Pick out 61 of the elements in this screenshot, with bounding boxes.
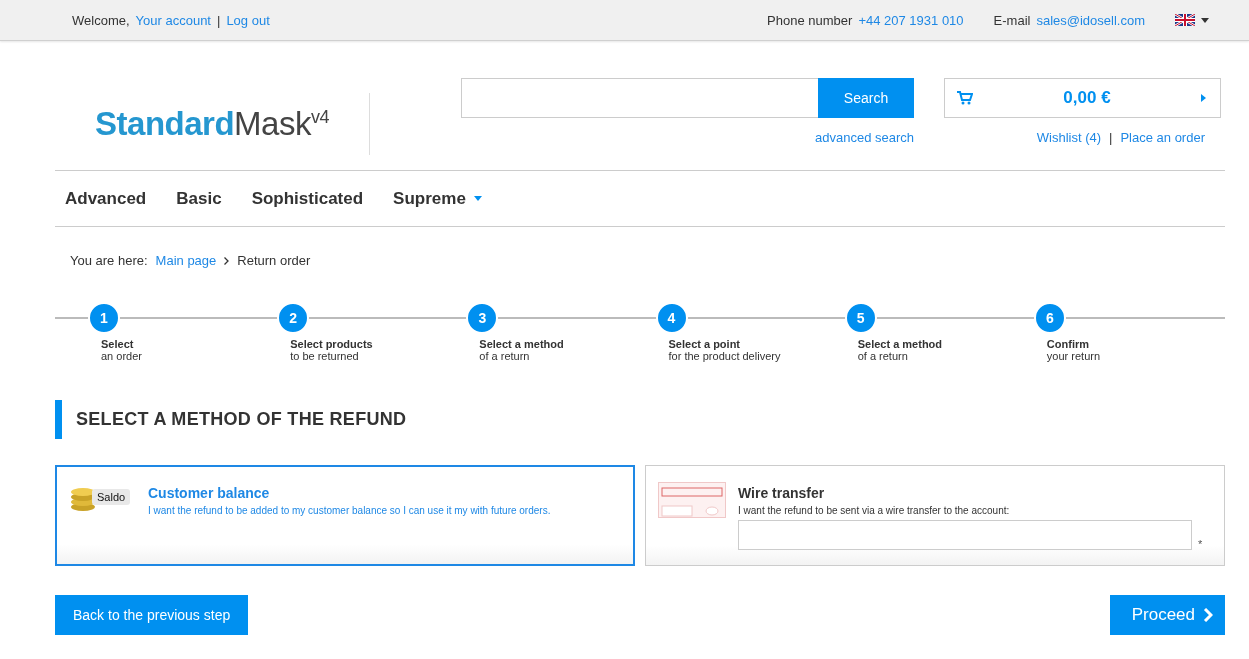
step-title: Confirm: [1046, 338, 1091, 350]
coins-drawing: Saldo: [68, 482, 138, 512]
menu-item[interactable]: Sophisticated: [251, 188, 364, 209]
step-title: Select: [101, 338, 135, 350]
phone-label: Phone number: [767, 12, 853, 28]
logout-link[interactable]: Log out: [226, 12, 270, 28]
chevron-right-icon: [224, 256, 230, 265]
step-subtitle: of a return: [479, 350, 531, 362]
step-subtitle: for the product delivery: [668, 350, 782, 362]
phone-link[interactable]: +44 207 1931 010: [858, 12, 964, 28]
menu-item[interactable]: Advanced: [65, 188, 147, 209]
step-title: Select a method: [479, 338, 565, 350]
chevron-right-icon: [1203, 608, 1213, 622]
flag-icon[interactable]: [1175, 14, 1195, 26]
step-title: Select products: [290, 338, 374, 350]
logo[interactable]: StandardMask$^{v4}$: [95, 105, 329, 143]
account-number-field[interactable]: [738, 520, 1192, 550]
transfer-form-icon: [658, 482, 726, 518]
step-number: 4: [655, 302, 688, 334]
option-title: Wire transfer: [738, 485, 826, 501]
menu-item[interactable]: Basic: [176, 188, 222, 209]
place-order-link[interactable]: Place an order: [1120, 130, 1205, 145]
option-description: I want the refund to be added to my customer balance so I can use it my with future orders.: [148, 505, 551, 516]
caret-icon[interactable]: [1201, 17, 1209, 23]
refund-option-card[interactable]: Saldo Customer balance I want the refund to be added to my customer balance so I can use it my with future orders.: [55, 465, 635, 566]
wishlist-link[interactable]: Wishlist (4): [1036, 130, 1102, 145]
search-field[interactable]: [461, 78, 818, 118]
step-title: Select a method: [857, 338, 944, 350]
step-number: 1: [88, 302, 120, 334]
step-subtitle: of a return: [857, 350, 909, 362]
email-link[interactable]: sales@idosell.com: [1036, 12, 1145, 28]
cart-icon: [957, 91, 973, 105]
welcome-text: Welcome,: [72, 12, 130, 28]
back-button[interactable]: Back to the previous step: [55, 595, 249, 635]
step-number: 3: [466, 302, 499, 334]
step-number: 5: [844, 302, 877, 334]
email-label: E-mail: [993, 12, 1031, 28]
option-description: I want the refund to be sent via a wire transfer to the account:: [738, 505, 1011, 516]
breadcrumb-label: You are here:: [70, 253, 148, 268]
separator-text: |: [217, 12, 221, 28]
proceed-button[interactable]: Proceed: [1109, 595, 1225, 635]
required-mark: *: [1198, 538, 1203, 550]
breadcrumb-link[interactable]: Main page: [155, 253, 217, 268]
step-number: 2: [277, 302, 310, 334]
step-title: Select a point: [668, 338, 742, 350]
step-subtitle: an order: [101, 350, 143, 362]
cart-button[interactable]: 0,00 €: [944, 78, 1221, 118]
breadcrumb-current: Return order: [237, 253, 311, 268]
chevron-right-icon: [1201, 94, 1206, 102]
refund-option-card[interactable]: Wire transfer I want the refund to be sent via a wire transfer to the account: *: [645, 465, 1225, 566]
section-heading: SELECT A METHOD OF THE REFUND: [55, 400, 1225, 439]
advanced-search-link[interactable]: advanced search: [815, 130, 914, 145]
step-subtitle: your return: [1046, 350, 1102, 362]
account-link[interactable]: Your account: [135, 12, 211, 28]
step-subtitle: to be returned: [290, 350, 360, 362]
step-number: 6: [1033, 302, 1066, 334]
search-button[interactable]: Search: [818, 78, 914, 118]
separator-text: |: [1109, 130, 1113, 145]
menu-item[interactable]: Supreme: [393, 188, 482, 209]
caret-icon: [473, 196, 482, 201]
option-title: Customer balance: [148, 485, 271, 501]
